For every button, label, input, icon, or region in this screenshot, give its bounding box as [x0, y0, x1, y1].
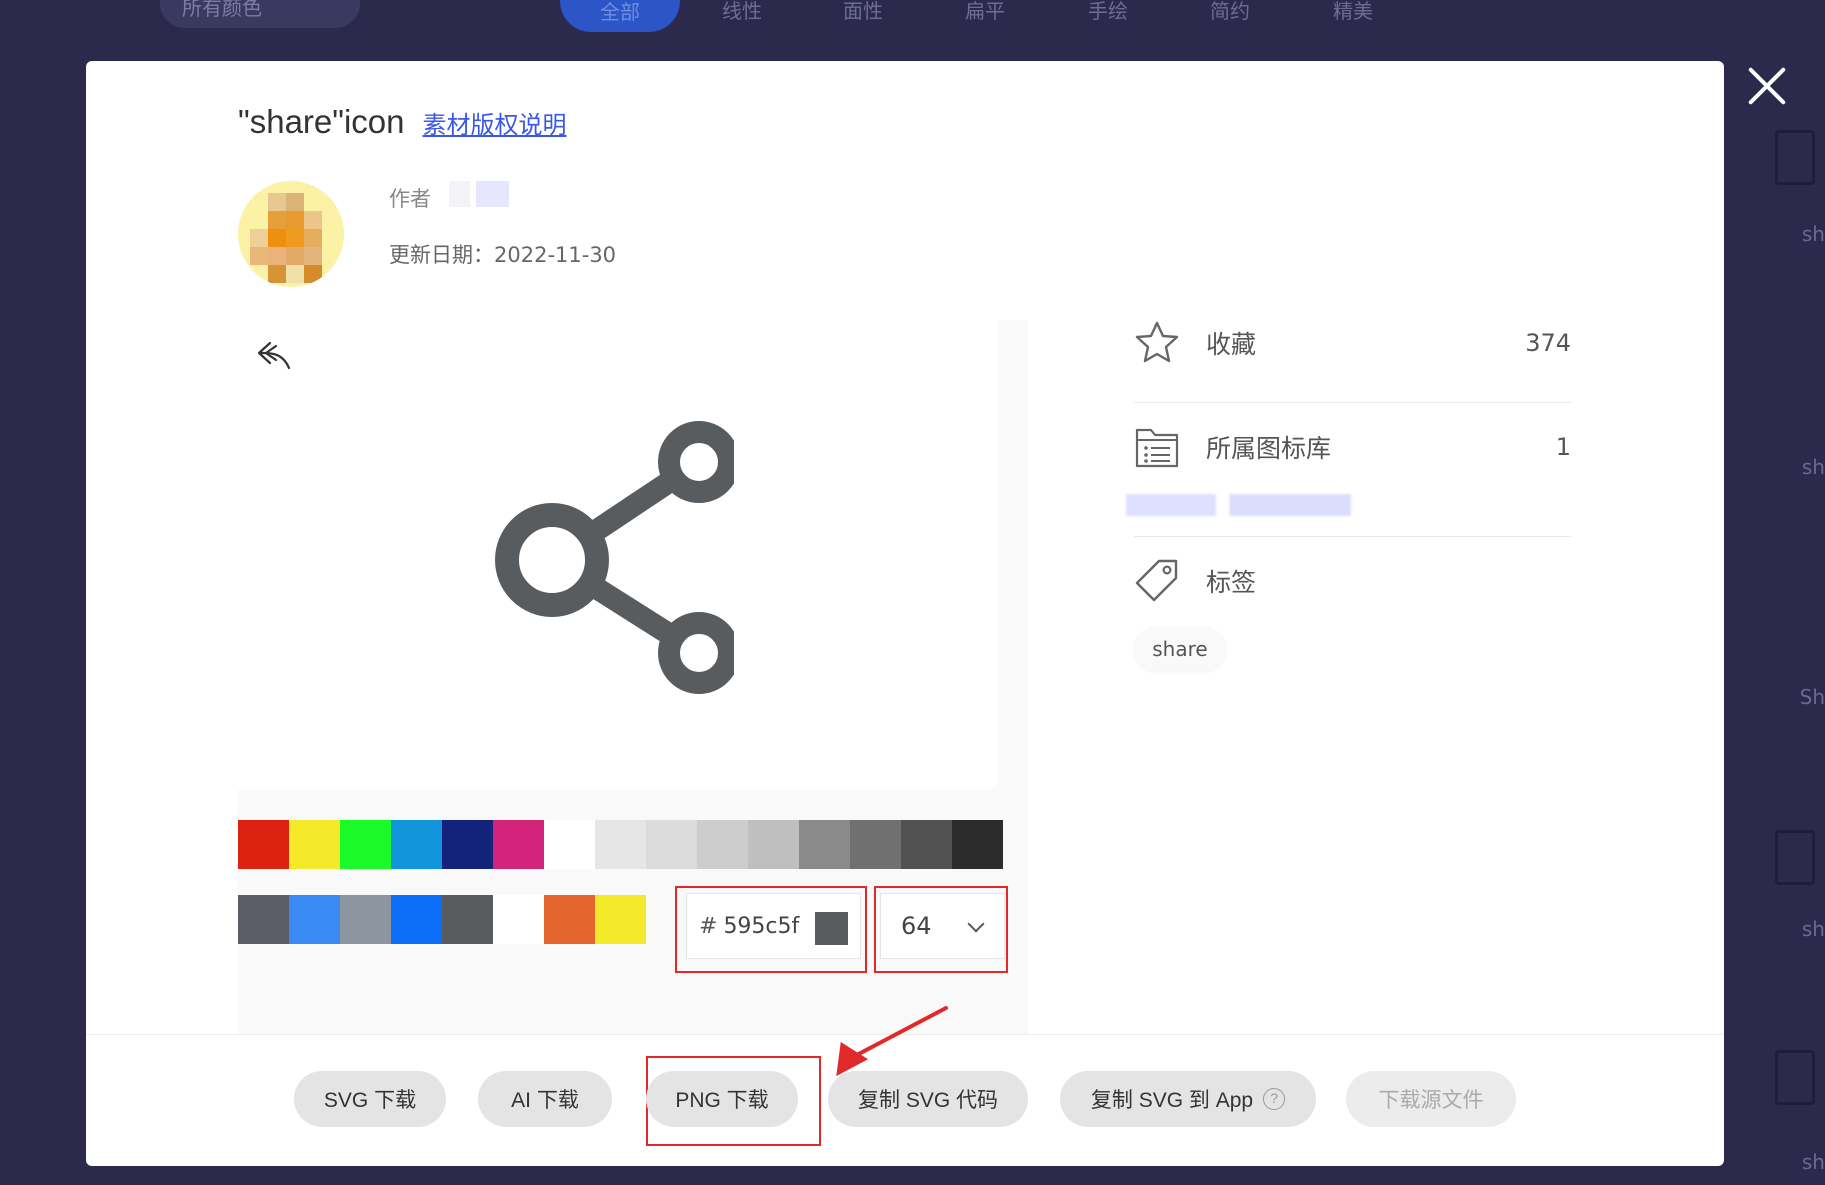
share-icon	[495, 421, 734, 694]
icon-detail-modal: "share"icon 素材版权说明 作者 更新日期：2022-11-30 # …	[86, 61, 1724, 1166]
title-row: "share"icon 素材版权说明	[238, 103, 567, 141]
library-label: 所属图标库	[1206, 434, 1332, 463]
tab-all[interactable]: 全部	[560, 0, 680, 32]
color-swatch[interactable]	[544, 820, 595, 869]
undo-icon[interactable]	[256, 340, 292, 370]
color-swatch[interactable]	[850, 820, 901, 869]
help-icon[interactable]: ?	[1263, 1088, 1286, 1110]
color-swatch[interactable]	[442, 895, 493, 944]
color-palette-primary	[238, 820, 1003, 869]
color-swatch[interactable]	[799, 820, 850, 869]
tab-all-label: 全部	[600, 0, 640, 24]
annotation-arrow-icon	[836, 1006, 948, 1077]
tab-flat[interactable]: 扁平	[965, 0, 1005, 24]
tab-filled[interactable]: 面性	[843, 0, 883, 24]
color-swatch[interactable]	[901, 820, 952, 869]
color-filter-dropdown[interactable]: 所有颜色	[160, 0, 360, 28]
color-swatch[interactable]	[289, 820, 340, 869]
color-swatch[interactable]	[442, 820, 493, 869]
color-swatch[interactable]	[748, 820, 799, 869]
favorite-count: 374	[1525, 329, 1571, 357]
color-swatch[interactable]	[595, 895, 646, 944]
background-icon-label: sh	[1801, 222, 1825, 246]
annotation-box-color	[675, 886, 867, 973]
tab-simple[interactable]: 简约	[1210, 0, 1250, 24]
color-swatch[interactable]	[493, 895, 544, 944]
color-swatch[interactable]	[646, 820, 697, 869]
color-palette-recent	[238, 895, 646, 944]
background-topbar: 所有颜色 全部 线性 面性 扁平 手绘 简约 精美	[0, 0, 1825, 60]
color-swatch[interactable]	[289, 895, 340, 944]
background-icon-label: sh	[1801, 917, 1825, 941]
divider	[1134, 536, 1571, 537]
background-icon-card	[1775, 1050, 1815, 1105]
color-swatch[interactable]	[595, 820, 646, 869]
tab-exquisite[interactable]: 精美	[1333, 0, 1373, 24]
page-title: "share"icon	[238, 103, 405, 140]
copy-svg-to-app-button[interactable]: 复制 SVG 到 App ?	[1060, 1071, 1316, 1127]
color-swatch[interactable]	[391, 820, 442, 869]
color-swatch[interactable]	[340, 895, 391, 944]
preview-canvas	[238, 320, 998, 790]
color-filter-label: 所有颜色	[182, 0, 262, 20]
copy-svg-to-app-label: 复制 SVG 到 App	[1090, 1089, 1254, 1112]
author-label: 作者	[389, 187, 431, 211]
color-swatch[interactable]	[493, 820, 544, 869]
background-icon-label: Sh	[1799, 685, 1825, 709]
tags-label: 标签	[1206, 568, 1257, 597]
copyright-link[interactable]: 素材版权说明	[423, 105, 567, 140]
png-download-button[interactable]: PNG 下载	[646, 1071, 798, 1127]
background-icon-label: sh	[1801, 455, 1825, 479]
download-source-button: 下载源文件	[1346, 1071, 1516, 1127]
favorite-row[interactable]: 收藏 374	[1134, 320, 1571, 366]
color-swatch[interactable]	[238, 820, 289, 869]
tag-share[interactable]: share	[1134, 627, 1226, 671]
color-swatch[interactable]	[697, 820, 748, 869]
tag-icon	[1135, 559, 1178, 602]
close-icon[interactable]	[1745, 64, 1789, 108]
library-row: 所属图标库 1	[1134, 424, 1571, 470]
color-swatch[interactable]	[952, 820, 1003, 869]
color-swatch[interactable]	[544, 895, 595, 944]
library-count: 1	[1555, 433, 1571, 461]
author-name-blurred[interactable]	[449, 181, 509, 207]
update-date: 更新日期：2022-11-30	[389, 243, 617, 267]
background-icon-card	[1775, 830, 1815, 885]
favorite-label: 收藏	[1206, 330, 1257, 359]
folder-list-icon	[1135, 428, 1179, 468]
ai-download-button[interactable]: AI 下载	[478, 1071, 612, 1127]
color-swatch[interactable]	[391, 895, 442, 944]
divider	[1134, 402, 1571, 403]
star-icon[interactable]	[1134, 320, 1180, 366]
tab-handdrawn[interactable]: 手绘	[1088, 0, 1128, 24]
annotation-box-size	[874, 886, 1008, 973]
background-icon-card	[1775, 130, 1815, 185]
tags-row: 标签	[1134, 558, 1571, 604]
library-name-blurred[interactable]	[1126, 494, 1351, 516]
avatar[interactable]	[238, 181, 344, 287]
tab-linear[interactable]: 线性	[722, 0, 762, 24]
svg-download-button[interactable]: SVG 下载	[294, 1071, 446, 1127]
color-swatch[interactable]	[340, 820, 391, 869]
color-swatch[interactable]	[238, 895, 289, 944]
background-icon-label: sh	[1801, 1150, 1825, 1174]
